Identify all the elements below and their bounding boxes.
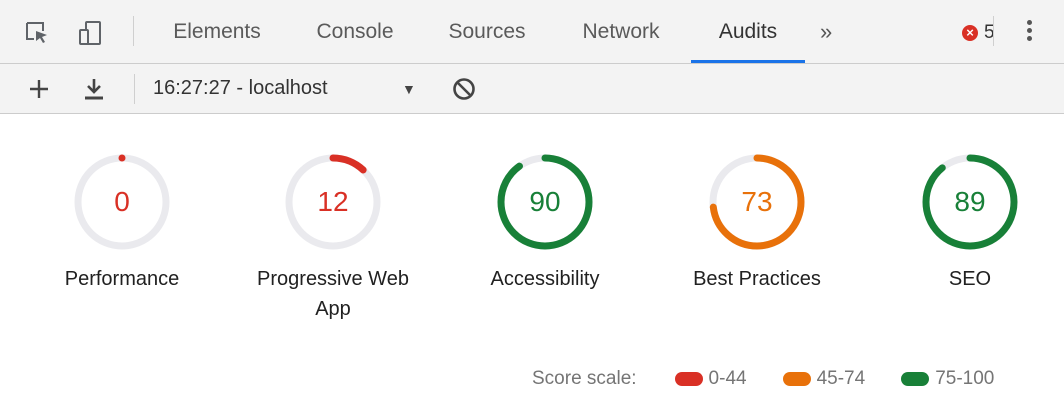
gauge-progressive-web-app[interactable]: 12 Progressive Web App (233, 152, 433, 324)
plus-icon[interactable] (25, 75, 53, 103)
tabbar-separator (993, 16, 994, 46)
tab-elements[interactable]: Elements (168, 0, 266, 63)
gauge-score: 89 (954, 186, 986, 217)
report-selector[interactable]: 16:27:27 - localhost (153, 64, 328, 113)
scale-pill-orange (782, 372, 811, 386)
toolbar-separator (134, 74, 135, 104)
gauge-accessibility[interactable]: 90 Accessibility (445, 152, 645, 294)
tab-console[interactable]: Console (310, 0, 400, 63)
score-scale-legend: Score scale: 0-44 45-74 75-100 (532, 367, 994, 391)
error-counter[interactable]: × 5 (962, 20, 995, 46)
gauge-score: 73 (741, 186, 773, 217)
gauge-label: Progressive Web App (257, 268, 409, 320)
scale-range-label: 0-44 (708, 368, 747, 389)
scale-item-average: 45-74 (782, 368, 866, 390)
tab-network[interactable]: Network (574, 0, 668, 63)
scale-range-label: 75-100 (935, 368, 995, 389)
scale-item-fail: 0-44 (674, 368, 747, 390)
dropdown-arrow-icon[interactable]: ▼ (402, 77, 416, 101)
scale-pill-red (674, 372, 703, 386)
scale-pill-green (901, 372, 930, 386)
device-toggle-icon[interactable] (78, 20, 104, 46)
clear-icon[interactable] (450, 75, 478, 103)
gauge-score: 90 (529, 186, 561, 217)
error-icon: × (962, 25, 978, 41)
gauge-label: Best Practices (693, 268, 821, 290)
gauge-label: Accessibility (490, 268, 600, 290)
tab-sources[interactable]: Sources (444, 0, 530, 63)
more-options-icon[interactable] (1024, 17, 1034, 47)
scale-range-label: 45-74 (816, 368, 866, 389)
gauge-seo[interactable]: 89 SEO (870, 152, 1064, 294)
gauge-performance[interactable]: 0 Performance (22, 152, 222, 294)
gauge-best-practices[interactable]: 73 Best Practices (657, 152, 857, 294)
tabbar-separator (133, 16, 134, 46)
tab-audits[interactable]: Audits (691, 0, 805, 63)
gauge-score: 0 (114, 186, 130, 217)
more-tabs-button[interactable]: » (820, 0, 832, 63)
inspect-element-icon[interactable] (24, 20, 50, 46)
gauge-score: 12 (317, 186, 349, 217)
score-scale-label: Score scale: (532, 368, 637, 389)
download-icon[interactable] (80, 75, 108, 103)
devtools-tabbar: Elements Console Sources Network Audits … (0, 0, 1064, 64)
gauge-label: SEO (948, 268, 992, 290)
gauge-label: Performance (64, 268, 180, 290)
scale-item-pass: 75-100 (901, 368, 994, 390)
audits-toolbar: 16:27:27 - localhost ▼ (0, 64, 1064, 114)
